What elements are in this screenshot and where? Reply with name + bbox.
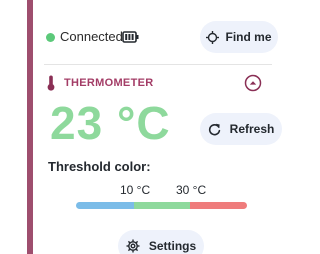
threshold-low-segment — [76, 202, 134, 209]
find-me-label: Find me — [225, 30, 272, 44]
chevron-up-icon[interactable] — [244, 74, 262, 92]
threshold-mid-segment — [134, 202, 190, 209]
status-row: Connected Find me — [44, 21, 279, 53]
settings-button[interactable]: Settings — [118, 230, 204, 254]
section-title: THERMOMETER — [64, 77, 154, 89]
accent-bar — [27, 0, 33, 254]
threshold-color-bar — [76, 202, 247, 209]
connected-dot — [46, 33, 55, 42]
settings-label: Settings — [148, 239, 197, 253]
threshold-low-label: 10 °C — [120, 183, 151, 197]
find-me-button[interactable]: Find me — [200, 21, 278, 53]
threshold-high-label: 30 °C — [176, 183, 207, 197]
battery-full-icon — [122, 31, 139, 43]
refresh-button[interactable]: Refresh — [200, 113, 282, 145]
refresh-icon — [208, 123, 220, 135]
thermometer-icon — [47, 75, 55, 91]
threshold-label: Threshold color: — [48, 159, 151, 174]
connection-status-text: Connected — [60, 29, 123, 44]
thermometer-panel: Connected Find me THERMOMETER 23 °C Refr… — [0, 0, 290, 254]
divider — [44, 64, 272, 65]
refresh-label: Refresh — [229, 122, 275, 136]
gear-icon — [126, 239, 140, 253]
temperature-value: 23 °C — [50, 97, 171, 149]
threshold-high-segment — [190, 202, 247, 209]
crosshair-icon — [206, 30, 220, 44]
